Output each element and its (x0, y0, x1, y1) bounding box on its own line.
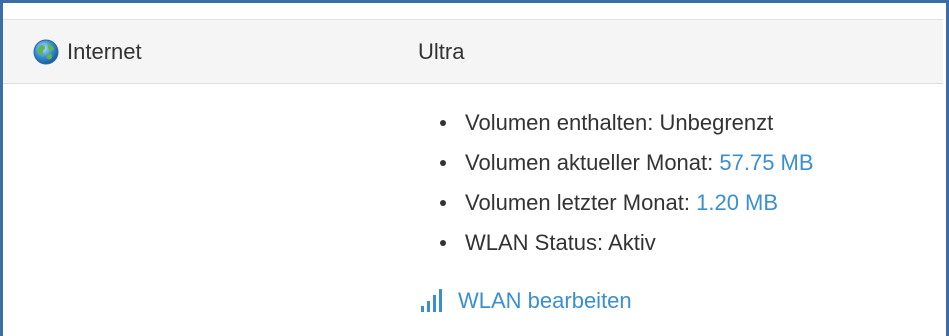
globe-icon (33, 39, 59, 64)
detail-value-link[interactable]: 57.75 MB (719, 150, 813, 175)
service-header-row: Internet Ultra (3, 20, 943, 84)
detail-value: Unbegrenzt (659, 110, 774, 135)
detail-wlan-status: WLAN Status: Aktiv (440, 223, 814, 263)
bullet (440, 160, 446, 166)
bullet (440, 200, 446, 206)
service-cell: Internet (33, 20, 142, 83)
wlan-edit-label[interactable]: WLAN bearbeiten (458, 288, 632, 314)
service-name: Internet (67, 38, 142, 64)
detail-volume-last-month: Volumen letzter Monat: 1.20 MB (440, 183, 814, 223)
detail-volume-included: Volumen enthalten: Unbegrenzt (440, 103, 814, 143)
detail-label: Volumen aktueller Monat: (465, 150, 720, 175)
bullet (440, 120, 446, 126)
detail-label: Volumen enthalten: (465, 110, 660, 135)
detail-value: Aktiv (608, 230, 656, 255)
detail-volume-current-month: Volumen aktueller Monat: 57.75 MB (440, 143, 814, 183)
service-details-list: Volumen enthalten: Unbegrenzt Volumen ak… (440, 103, 814, 263)
wlan-edit-link[interactable]: WLAN bearbeiten (420, 288, 632, 314)
bullet (440, 240, 446, 246)
detail-label: Volumen letzter Monat: (465, 190, 697, 215)
top-strip (3, 3, 943, 20)
plan-name: Ultra (418, 38, 465, 64)
signal-bars-icon (421, 289, 442, 312)
detail-label: WLAN Status: (465, 230, 609, 255)
detail-value-link[interactable]: 1.20 MB (696, 190, 778, 215)
